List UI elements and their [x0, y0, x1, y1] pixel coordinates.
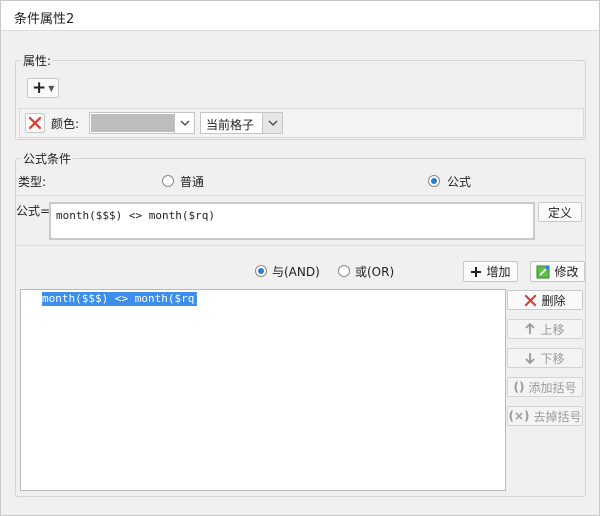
formula-input-value: month($$$) <> month($rq) [56, 209, 215, 222]
divider [16, 195, 585, 196]
dialog-window: 条件属性2 属性: + ▼ 颜色: 当前格子 公式条件 类型: 普通 公式 公式… [0, 0, 600, 516]
modify-condition-button[interactable]: 修改 [530, 261, 585, 282]
modify-condition-label: 修改 [554, 265, 579, 279]
type-formula-radio[interactable] [428, 175, 440, 187]
remove-property-button[interactable] [25, 113, 45, 133]
scope-select-value: 当前格子 [206, 118, 255, 132]
arrow-up-icon [525, 323, 536, 334]
formula-condition-group-label: 公式条件 [21, 150, 74, 167]
type-formula-label[interactable]: 公式 [447, 173, 471, 190]
list-item[interactable]: month($$$) <> month($rq) [42, 292, 201, 306]
add-bracket-button[interactable]: () 添加括号 [507, 377, 583, 397]
dropdown-arrow-icon: ▼ [48, 83, 55, 93]
move-down-button[interactable]: 下移 [507, 348, 583, 368]
move-up-button[interactable]: 上移 [507, 319, 583, 339]
remove-bracket-label: 去掉括号 [533, 409, 582, 424]
logic-or-radio[interactable] [338, 265, 350, 277]
edit-icon [536, 265, 550, 278]
arrow-down-icon [525, 353, 536, 364]
type-label: 类型: [18, 175, 47, 189]
add-condition-button[interactable]: 增加 [463, 261, 518, 282]
add-condition-label: 增加 [486, 265, 511, 279]
close-icon [28, 116, 42, 130]
remove-bracket-icon: (×) [508, 409, 530, 423]
add-property-button[interactable]: + ▼ [27, 78, 59, 98]
color-dropdown-button[interactable] [174, 113, 194, 133]
formula-input[interactable]: month($$$) <> month($rq) [49, 202, 535, 240]
title-bar: 条件属性2 [1, 1, 599, 31]
define-button[interactable]: 定义 [538, 202, 582, 222]
plus-icon [471, 266, 482, 277]
type-normal-label[interactable]: 普通 [180, 173, 204, 190]
logic-and-label[interactable]: 与(AND) [272, 263, 320, 280]
chevron-down-icon [268, 120, 277, 126]
type-normal-radio[interactable] [162, 175, 174, 187]
bracket-icon: () [513, 380, 525, 394]
delete-condition-button[interactable]: 删除 [507, 290, 583, 310]
list-item-text: month($$$) <> month($rq) [42, 292, 201, 305]
color-picker[interactable] [89, 112, 195, 134]
delete-condition-label: 删除 [541, 293, 566, 308]
move-down-label: 下移 [540, 351, 565, 366]
scope-dropdown-button[interactable] [262, 113, 282, 133]
formula-label: 公式= [16, 204, 51, 218]
color-label: 颜色: [51, 117, 80, 131]
plus-icon: + [32, 78, 47, 98]
conditions-list[interactable]: month($$$) <> month($rq) [20, 289, 506, 491]
move-up-label: 上移 [540, 322, 565, 337]
properties-group-label: 属性: [21, 52, 54, 69]
scope-select[interactable]: 当前格子 [200, 112, 283, 134]
window-title: 条件属性2 [14, 12, 75, 27]
color-swatch [91, 114, 174, 132]
add-bracket-label: 添加括号 [528, 380, 577, 395]
divider [16, 245, 585, 246]
logic-or-label[interactable]: 或(OR) [355, 263, 394, 280]
define-button-label: 定义 [547, 205, 572, 220]
close-icon [525, 294, 537, 306]
remove-bracket-button[interactable]: (×) 去掉括号 [507, 406, 583, 426]
logic-and-radio[interactable] [255, 265, 267, 277]
chevron-down-icon [180, 120, 189, 126]
